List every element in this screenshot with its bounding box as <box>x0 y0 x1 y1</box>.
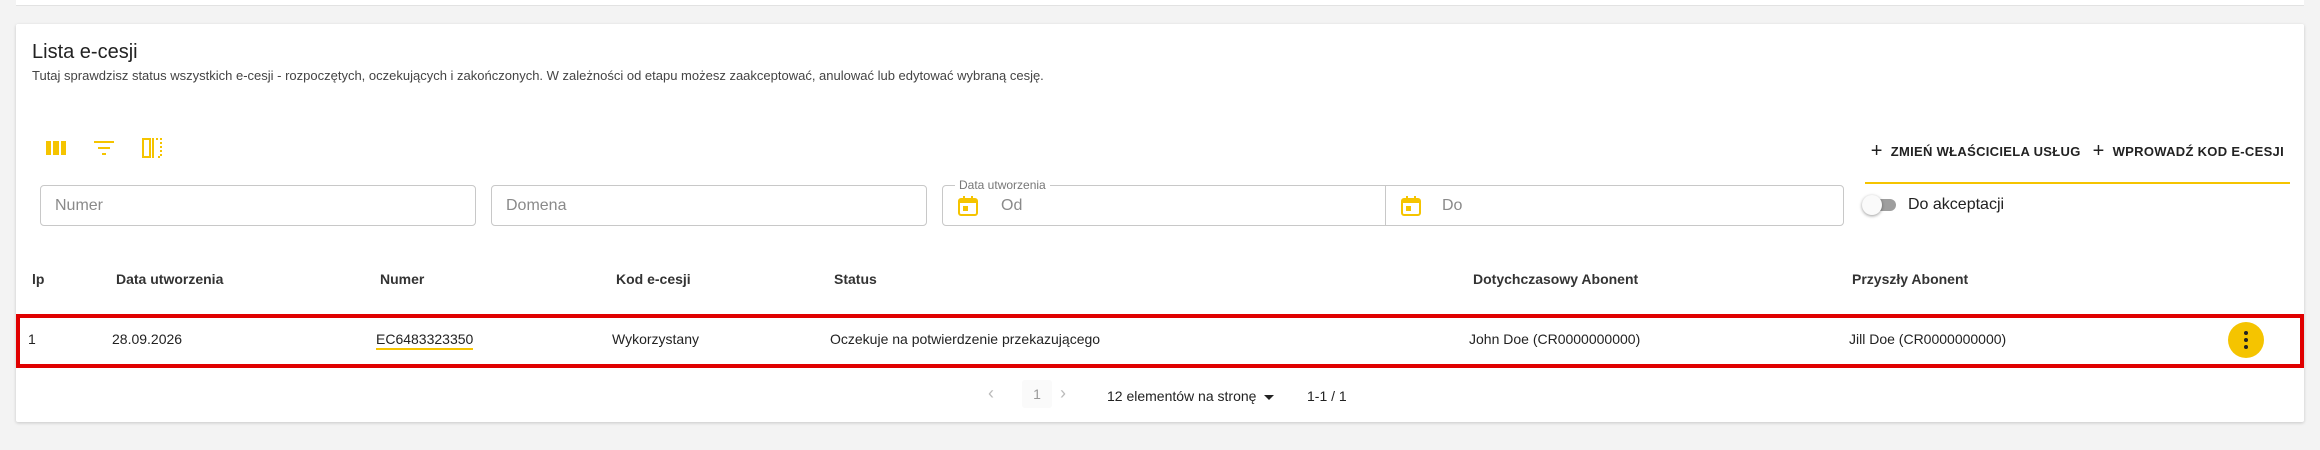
plus-icon: + <box>1870 140 1883 162</box>
date-range-field: Data utworzenia Od Do <box>942 178 1844 226</box>
page-range: 1-1 / 1 <box>1307 388 1347 404</box>
to-accept-label: Do akceptacji <box>1908 196 2005 213</box>
calendar-icon[interactable] <box>1400 195 1422 217</box>
cell-kod: Wykorzystany <box>612 331 700 347</box>
cell-future-owner: Jill Doe (CR0000000000) <box>1849 331 2007 347</box>
columns-icon[interactable] <box>42 134 70 162</box>
cell-status: Oczekuje na potwierdzenie przekazującego <box>830 331 1101 347</box>
calendar-icon[interactable] <box>957 195 979 217</box>
chevron-left-icon[interactable]: ‹ <box>988 383 994 404</box>
header-date[interactable]: Data utworzenia <box>116 271 223 287</box>
header-current-owner[interactable]: Dotychczasowy Abonent <box>1473 271 1638 287</box>
action-buttons: + ZMIEŃ WŁAŚCICIELA USŁUG + WPROWADŹ KOD… <box>1864 134 2290 184</box>
change-owner-button[interactable]: + ZMIEŃ WŁAŚCICIELA USŁUG <box>1865 134 2087 168</box>
chevron-down-icon <box>1264 394 1275 400</box>
top-card-edge <box>16 0 2304 6</box>
chevron-right-icon[interactable]: › <box>1060 383 1066 404</box>
page-title: Lista e-cesji <box>32 41 138 63</box>
date-from-input[interactable]: Od <box>943 186 1385 225</box>
header-lp[interactable]: lp <box>32 271 44 287</box>
per-page-select[interactable]: 12 elementów na stronę <box>1107 388 1275 404</box>
enter-code-button[interactable]: + WPROWADŹ KOD E-CESJI <box>2087 134 2290 168</box>
numer-input[interactable]: Numer <box>40 185 476 226</box>
current-page[interactable]: 1 <box>1022 380 1052 408</box>
domena-input[interactable]: Domena <box>491 185 927 226</box>
cell-numer-link[interactable]: EC6483323350 <box>376 331 474 350</box>
ecession-list-card: Lista e-cesji Tutaj sprawdzisz status ws… <box>16 24 2304 422</box>
plus-icon: + <box>2092 140 2105 162</box>
filter-icon[interactable] <box>90 134 118 162</box>
header-future-owner[interactable]: Przyszły Abonent <box>1852 271 1968 287</box>
page-subtitle: Tutaj sprawdzisz status wszystkich e-ces… <box>32 68 1044 83</box>
column-resize-icon[interactable] <box>138 134 166 162</box>
header-kod[interactable]: Kod e-cesji <box>616 271 691 287</box>
cell-lp: 1 <box>28 331 36 347</box>
header-numer[interactable]: Numer <box>380 271 424 287</box>
row-actions-kebab-icon[interactable] <box>2228 322 2264 358</box>
date-to-input[interactable]: Do <box>1386 186 1844 225</box>
cell-current-owner: John Doe (CR0000000000) <box>1469 331 1641 347</box>
cell-date: 28.09.2026 <box>112 331 183 347</box>
to-accept-toggle[interactable] <box>1862 195 1898 215</box>
header-status[interactable]: Status <box>834 271 877 287</box>
